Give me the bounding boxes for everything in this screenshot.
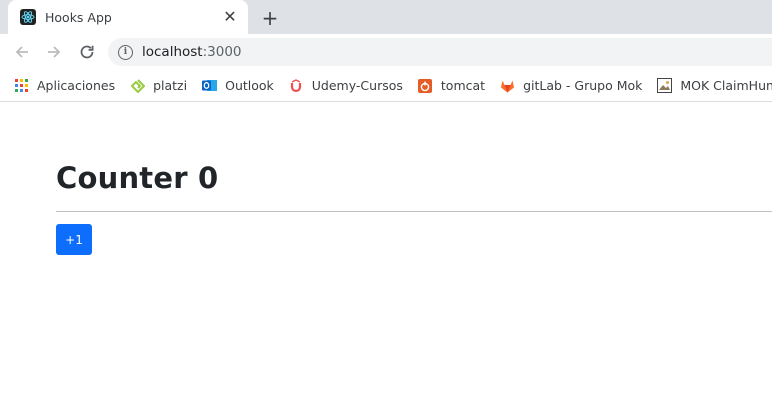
forward-icon[interactable] xyxy=(43,41,65,63)
increment-button[interactable]: +1 xyxy=(56,224,92,255)
outlook-icon xyxy=(202,78,218,93)
url-port: :3000 xyxy=(202,44,242,60)
address-bar[interactable]: i localhost:3000 xyxy=(108,38,772,66)
new-tab-button[interactable]: + xyxy=(259,7,281,29)
bookmark-label: tomcat xyxy=(440,78,486,93)
platzi-icon xyxy=(130,78,145,93)
tomcat-icon xyxy=(418,78,433,93)
tab-strip: Hooks App ✕ + xyxy=(0,0,772,34)
bookmark-label: MOK ClaimHuntin... xyxy=(680,78,772,93)
back-icon[interactable] xyxy=(11,41,33,63)
bookmark-label: Outlook xyxy=(225,78,274,93)
bookmark-udemy[interactable]: Udemy-Cursos xyxy=(289,78,403,93)
gitlab-icon xyxy=(500,78,515,93)
bookmark-label: platzi xyxy=(153,78,188,93)
page-title: Counter 0 xyxy=(56,161,219,195)
apps-grid-icon xyxy=(14,78,29,93)
divider xyxy=(56,211,772,212)
browser-tab[interactable]: Hooks App ✕ xyxy=(8,0,248,34)
tab-title: Hooks App xyxy=(45,9,112,25)
page-content: Counter 0 +1 xyxy=(0,103,772,418)
close-tab-icon[interactable]: ✕ xyxy=(222,9,238,25)
reload-icon[interactable] xyxy=(76,41,98,63)
bookmark-label: Udemy-Cursos xyxy=(311,78,403,93)
react-logo-icon xyxy=(20,9,36,25)
bookmark-gitlab[interactable]: gitLab - Grupo Mok xyxy=(500,78,642,93)
bookmark-aplicaciones[interactable]: Aplicaciones xyxy=(14,78,115,93)
image-icon xyxy=(657,78,673,93)
bookmark-tomcat[interactable]: tomcat xyxy=(418,78,485,93)
bookmark-mok-claimhunting[interactable]: MOK ClaimHuntin... xyxy=(657,78,772,93)
udemy-icon xyxy=(289,78,304,93)
bookmark-outlook[interactable]: Outlook xyxy=(202,78,274,93)
bookmark-label: Aplicaciones xyxy=(37,78,116,93)
site-info-icon[interactable]: i xyxy=(118,44,133,60)
bookmark-platzi[interactable]: platzi xyxy=(130,78,187,93)
url-host: localhost xyxy=(142,44,203,60)
bookmarks-bar: Aplicaciones platzi Outlook Udemy-Cursos… xyxy=(0,70,772,102)
bookmark-label: gitLab - Grupo Mok xyxy=(523,78,643,93)
